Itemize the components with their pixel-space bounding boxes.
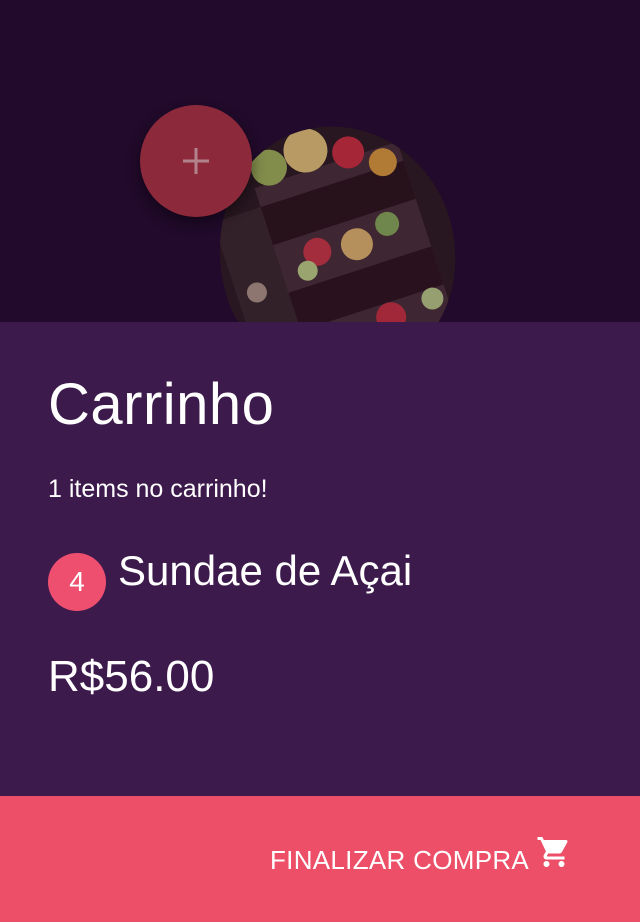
- page-title: Carrinho: [48, 372, 275, 437]
- checkout-label: FINALIZAR COMPRA: [270, 845, 530, 875]
- cart-screen: Carrinho 1 items no carrinho! 4 Sundae d…: [0, 0, 640, 922]
- product-header: [0, 0, 640, 322]
- items-count: 1 items no carrinho!: [48, 475, 268, 503]
- item-name: Sundae de Açai: [118, 547, 413, 594]
- quantity-badge: 4: [48, 553, 106, 611]
- plus-icon: [183, 148, 209, 174]
- total-price: R$56.00: [48, 652, 215, 701]
- shopping-cart-icon: [537, 837, 568, 867]
- add-item-button[interactable]: [140, 105, 252, 217]
- cart-panel: Carrinho 1 items no carrinho! 4 Sundae d…: [0, 322, 640, 796]
- checkout-button[interactable]: FINALIZAR COMPRA: [0, 796, 640, 922]
- cart-item[interactable]: 4 Sundae de Açai: [48, 544, 413, 611]
